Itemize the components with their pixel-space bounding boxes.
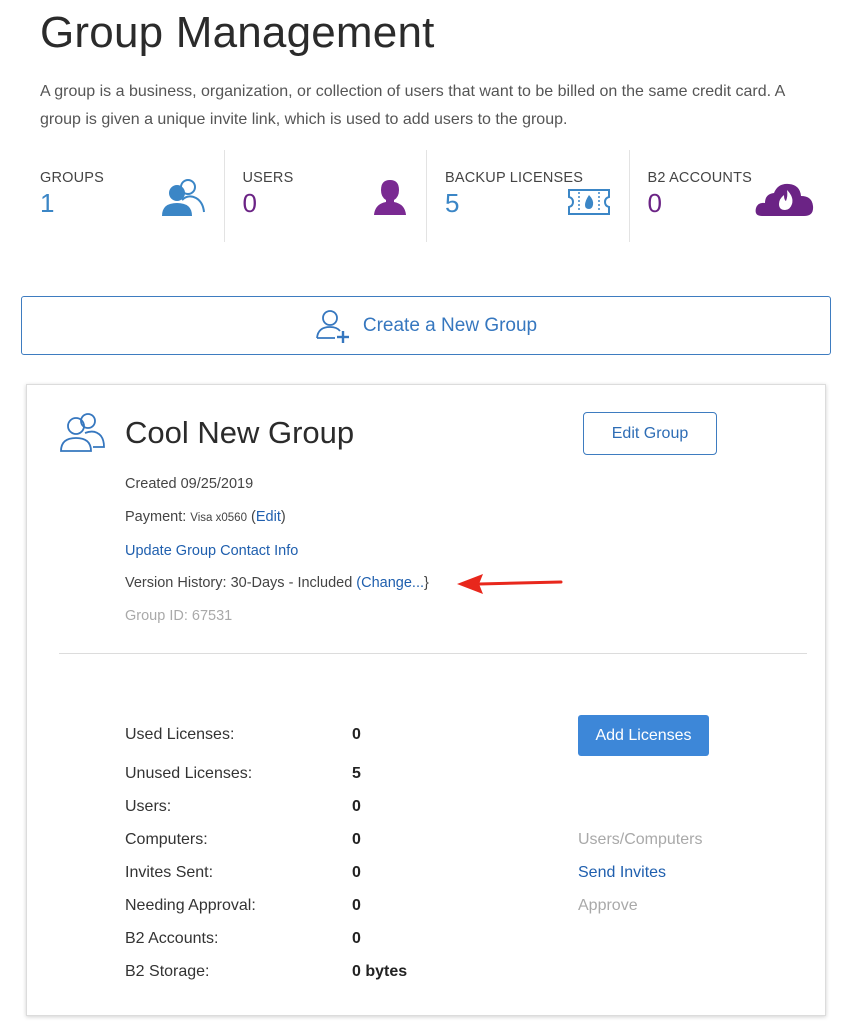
needing-approval-value: 0 (352, 897, 361, 914)
group-id: Group ID: 67531 (125, 608, 233, 624)
update-contact-link[interactable]: Update Group Contact Info (125, 543, 298, 559)
needing-approval-label: Needing Approval: (125, 897, 256, 914)
stat-label: BACKUP LICENSES (445, 170, 584, 186)
paren-close: ) (280, 509, 286, 525)
unused-licenses-label: Unused Licenses: (125, 765, 253, 782)
divider (59, 653, 807, 654)
invites-sent-label: Invites Sent: (125, 864, 214, 881)
stats-bar: GROUPS 1 USERS 0 BACKUP LICENSES 5 B2 AC… (22, 150, 832, 242)
create-group-button[interactable]: Create a New Group (21, 296, 831, 355)
used-licenses-label: Used Licenses: (125, 726, 235, 743)
group-name: Cool New Group (125, 415, 355, 450)
group-outline-icon (60, 413, 105, 452)
stat-backup-licenses: BACKUP LICENSES 5 (427, 150, 630, 242)
approve-link: Approve (578, 897, 638, 914)
users-computers-link: Users/Computers (578, 831, 703, 848)
payment-edit-link[interactable]: Edit (256, 509, 281, 525)
stat-groups: GROUPS 1 (22, 150, 225, 242)
users-value: 0 (352, 798, 361, 815)
invites-sent-value: 0 (352, 864, 361, 881)
users-label: Users: (125, 798, 172, 815)
group-card: Cool New Group Edit Group Created 09/25/… (26, 384, 826, 1016)
stat-label: USERS (242, 170, 294, 186)
create-group-label: Create a New Group (362, 314, 538, 336)
computers-label: Computers: (125, 831, 208, 848)
add-user-icon (315, 309, 349, 343)
stat-b2-accounts: B2 ACCOUNTS 0 (630, 150, 833, 242)
stat-value: 5 (445, 188, 460, 218)
created-date: Created 09/25/2019 (125, 476, 254, 492)
group-users-icon (162, 179, 205, 216)
stat-value: 0 (647, 188, 662, 218)
user-silhouette-icon (373, 180, 406, 215)
add-licenses-button[interactable]: Add Licenses (578, 715, 709, 756)
send-invites-link[interactable]: Send Invites (578, 864, 666, 882)
version-history-label: Version History: 30-Days - Included (125, 575, 353, 591)
unused-licenses-value: 5 (352, 765, 361, 782)
stat-label: B2 ACCOUNTS (647, 170, 753, 186)
b2-storage-value: 0 bytes (352, 963, 408, 980)
payment-label: Payment: (125, 509, 187, 525)
payment-card: Visa x0560 (190, 512, 247, 524)
version-change-link[interactable]: (Change... (356, 575, 424, 591)
stat-value: 1 (40, 188, 55, 218)
b2-accounts-label: B2 Accounts: (125, 930, 219, 947)
used-licenses-value: 0 (352, 726, 361, 743)
edit-group-button[interactable]: Edit Group (583, 412, 717, 455)
payment-info: Payment: Visa x0560 (Edit) (125, 509, 286, 525)
page-intro: A group is a business, organization, or … (40, 83, 785, 128)
stat-value: 0 (242, 188, 257, 218)
b2-accounts-value: 0 (352, 930, 361, 947)
b2-storage-label: B2 Storage: (125, 963, 210, 980)
license-ticket-icon (568, 189, 610, 215)
stat-users: USERS 0 (225, 150, 427, 242)
red-arrow-icon (457, 574, 563, 594)
computers-value: 0 (352, 831, 361, 848)
stat-label: GROUPS (40, 170, 105, 186)
page-title: Group Management (40, 8, 435, 57)
b2-cloud-flame-icon (755, 183, 813, 216)
version-close: } (424, 575, 429, 591)
version-history: Version History: 30-Days - Included (Cha… (125, 575, 429, 591)
